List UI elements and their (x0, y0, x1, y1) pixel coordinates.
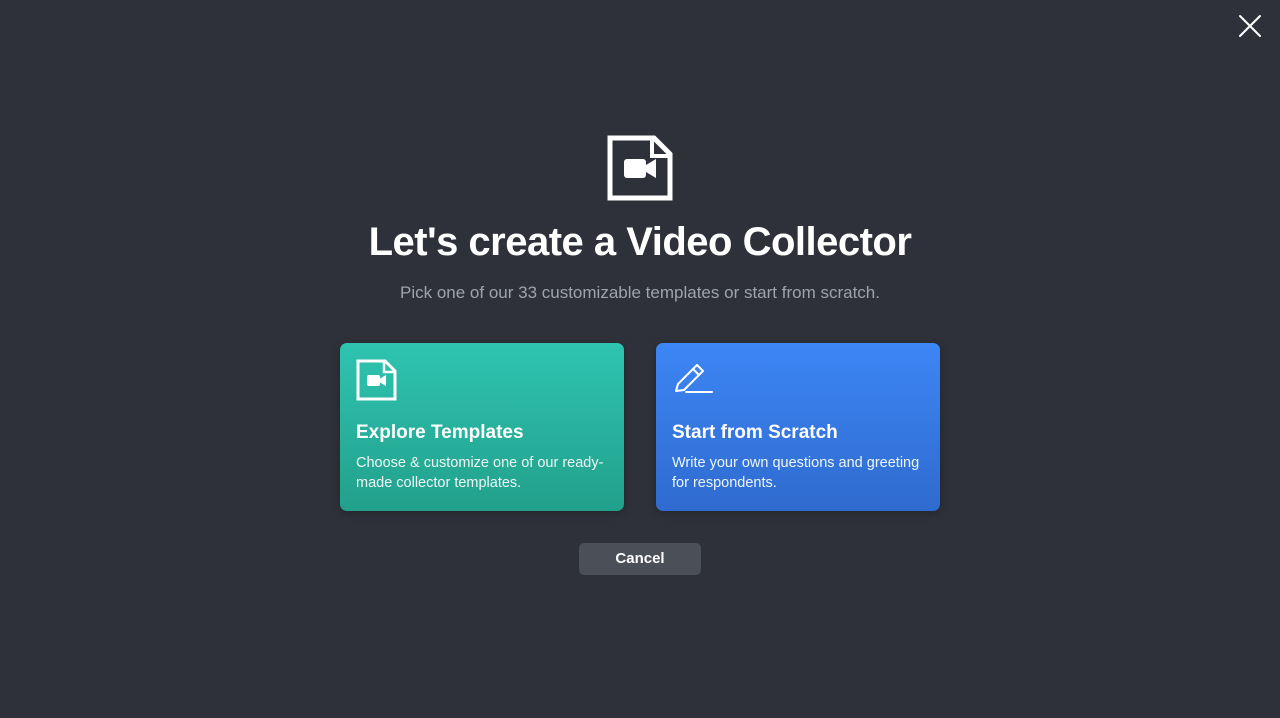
card-description: Write your own questions and greeting fo… (672, 455, 920, 491)
video-file-icon (606, 134, 674, 202)
video-file-icon (356, 359, 398, 401)
close-button[interactable] (1236, 12, 1264, 40)
create-collector-dialog: Let's create a Video Collector Pick one … (0, 0, 1280, 718)
card-title: Start from Scratch (672, 422, 838, 443)
page-subtitle: Pick one of our 33 customizable template… (400, 283, 880, 302)
close-icon (1239, 15, 1261, 37)
card-description: Choose & customize one of our ready-made… (356, 455, 604, 491)
start-from-scratch-card[interactable]: Start from Scratch Write your own questi… (656, 343, 940, 511)
pencil-icon (672, 359, 714, 401)
card-title: Explore Templates (356, 422, 524, 443)
explore-templates-card[interactable]: Explore Templates Choose & customize one… (340, 343, 624, 511)
cancel-button[interactable]: Cancel (579, 543, 701, 575)
page-title: Let's create a Video Collector (368, 220, 912, 264)
